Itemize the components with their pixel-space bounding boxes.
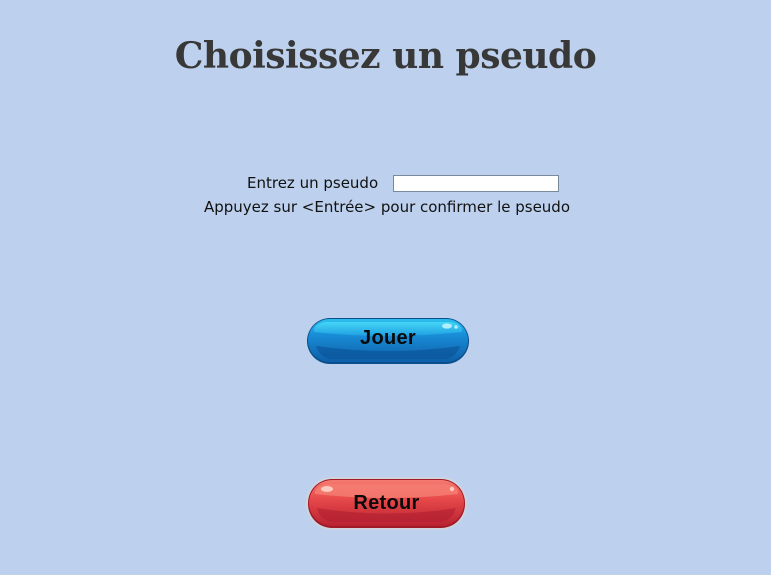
confirm-hint: Appuyez sur <Entrée> pour confirmer le p… [203,198,570,216]
back-button-label: Retour [353,492,420,514]
play-button[interactable]: Jouer [306,316,470,366]
page-title: Choisissez un pseudo [174,35,597,77]
play-button-label: Jouer [360,327,416,349]
back-button[interactable]: Retour [305,476,468,531]
pseudo-input[interactable] [393,174,560,192]
pseudo-form-row: Entrez un pseudo [247,172,560,194]
pseudo-label: Entrez un pseudo [247,174,379,192]
